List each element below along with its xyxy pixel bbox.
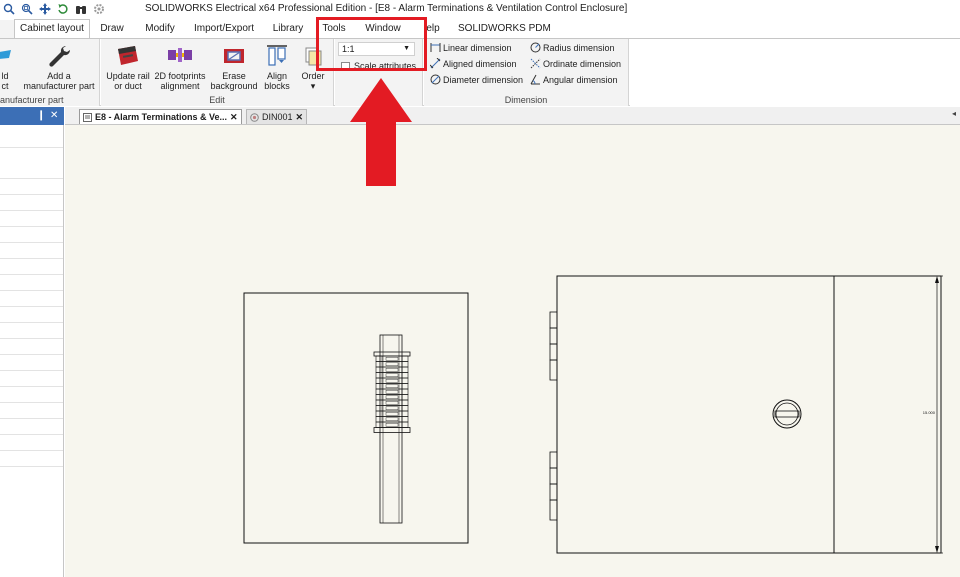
erase-background-button[interactable]: Erase background	[209, 41, 259, 91]
terminal-label	[385, 390, 399, 394]
left-panel-header: ❙ ✕	[0, 107, 64, 125]
doc-tab-din001[interactable]: DIN001 ✕	[246, 109, 308, 124]
angular-dimension-button[interactable]: Angular dimension	[530, 74, 618, 85]
red-arrow-annotation	[350, 78, 412, 186]
terminal-block	[375, 421, 409, 428]
terminal-label	[385, 423, 399, 427]
terminal-label	[385, 367, 399, 372]
terminal-block	[375, 394, 409, 401]
doc-tab-e8[interactable]: E8 - Alarm Terminations & Ve... ✕	[79, 109, 242, 124]
ribbon-group-edit: Update rail or duct 2D footprints alignm…	[101, 39, 334, 106]
din-rail-icon	[250, 112, 259, 122]
end-stop	[373, 427, 411, 433]
ordinate-dimension-button[interactable]: Ordinate dimension	[530, 58, 621, 69]
binoculars-icon[interactable]	[74, 3, 87, 16]
terminal-block	[375, 377, 409, 384]
terminal-block	[375, 383, 409, 390]
radius-dimension-button[interactable]: Radius dimension	[530, 42, 615, 53]
refresh-icon[interactable]	[56, 3, 69, 16]
ribbon-group-label: anufacturer part	[0, 95, 64, 105]
dimension-value: 15.000	[923, 410, 936, 415]
terminal-block	[375, 361, 409, 368]
tab-draw[interactable]: Draw	[93, 20, 131, 38]
document-icon	[83, 112, 92, 122]
tab-library[interactable]: Library	[268, 20, 308, 38]
drawing-canvas[interactable]: 15.000	[65, 125, 960, 577]
terminal-block	[375, 416, 409, 423]
wrench-icon	[49, 45, 71, 67]
tab-cabinet-layout[interactable]: Cabinet layout	[14, 19, 90, 39]
drawing-svg: 15.000	[243, 275, 943, 554]
terminal-label	[385, 417, 399, 422]
ribbon-group-label: Dimension	[504, 95, 548, 105]
terminal-block-stack	[373, 351, 411, 433]
terminal-label	[385, 362, 399, 366]
aligned-dimension-button[interactable]: Aligned dimension	[430, 58, 517, 69]
ribbon-group-dimension: Linear dimension Aligned dimension Diame…	[424, 39, 629, 106]
close-tab-icon[interactable]: ✕	[296, 110, 304, 124]
diameter-dimension-button[interactable]: Diameter dimension	[430, 74, 523, 85]
update-rail-or-duct-button[interactable]: Update rail or duct	[104, 41, 152, 91]
tab-overflow	[0, 20, 14, 38]
add-manufacturer-part-button[interactable]: Add a manufacturer part	[20, 41, 98, 91]
highlight-box	[316, 17, 427, 71]
quick-access-toolbar	[2, 2, 105, 16]
ribbon-panel: ld ct Add a manufacturer part anufacture…	[0, 38, 960, 106]
title-bar: SOLIDWORKS Electrical x64 Professional E…	[0, 0, 960, 18]
terminal-block	[375, 366, 409, 373]
close-icon[interactable]: ✕	[50, 110, 58, 121]
erase-background-icon	[224, 49, 244, 63]
tab-solidworks-pdm[interactable]: SOLIDWORKS PDM	[458, 20, 551, 38]
tab-import-export[interactable]: Import/Export	[192, 20, 256, 38]
search-icon[interactable]	[2, 3, 15, 16]
terminal-label	[385, 412, 399, 416]
pin-icon[interactable]: ❙	[37, 110, 45, 121]
terminal-label	[385, 401, 399, 405]
ribbon-group-label: Edit	[209, 95, 225, 105]
2d-footprints-alignment-button[interactable]: 2D footprints alignment	[152, 41, 208, 91]
enclosure-view: 15.000	[549, 275, 943, 554]
pan-icon[interactable]	[38, 3, 51, 16]
linear-dimension-icon	[430, 43, 441, 52]
update-rail-icon	[118, 46, 138, 65]
window-title: SOLIDWORKS Electrical x64 Professional E…	[145, 3, 628, 14]
end-stop	[373, 351, 411, 357]
din-rail	[379, 334, 403, 524]
terminal-label	[385, 373, 399, 377]
ribbon-tabs: Cabinet layout Draw Modify Import/Export…	[0, 18, 960, 39]
terminal-label	[385, 395, 399, 400]
terminal-block	[375, 355, 409, 362]
terminal-label	[385, 378, 399, 383]
align-blocks-button[interactable]: Align blocks	[259, 41, 295, 91]
terminal-label	[385, 356, 399, 361]
back-panel	[243, 292, 469, 544]
terminal-label	[385, 406, 399, 411]
settings-icon[interactable]	[92, 3, 105, 16]
partial-duct-icon	[0, 50, 11, 59]
diameter-dimension-icon	[430, 74, 441, 85]
ribbon-empty-area	[630, 39, 960, 106]
tab-modify[interactable]: Modify	[138, 20, 182, 38]
left-panel: ❙ ✕	[0, 107, 64, 577]
terminal-label	[385, 384, 399, 389]
align-blocks-icon	[267, 45, 287, 66]
partial-button[interactable]: ld ct	[0, 41, 12, 91]
zoom-window-icon[interactable]	[20, 3, 33, 16]
terminal-block	[375, 388, 409, 395]
terminal-block	[375, 410, 409, 417]
aligned-dimension-icon	[430, 58, 441, 69]
angular-dimension-icon	[530, 74, 540, 85]
close-tab-icon[interactable]: ✕	[230, 110, 238, 124]
radius-dimension-icon	[530, 42, 541, 53]
ordinate-dimension-icon	[530, 58, 541, 69]
ribbon-group-manufacturer-part: ld ct Add a manufacturer part anufacture…	[0, 39, 100, 106]
linear-dimension-button[interactable]: Linear dimension	[430, 42, 512, 53]
tab-scroll-icon[interactable]: ◂	[952, 109, 956, 118]
terminal-block	[375, 372, 409, 379]
terminal-block	[375, 405, 409, 412]
footprints-alignment-icon	[168, 48, 192, 62]
terminal-block	[375, 399, 409, 406]
document-tabs: E8 - Alarm Terminations & Ve... ✕ DIN001…	[65, 107, 960, 125]
